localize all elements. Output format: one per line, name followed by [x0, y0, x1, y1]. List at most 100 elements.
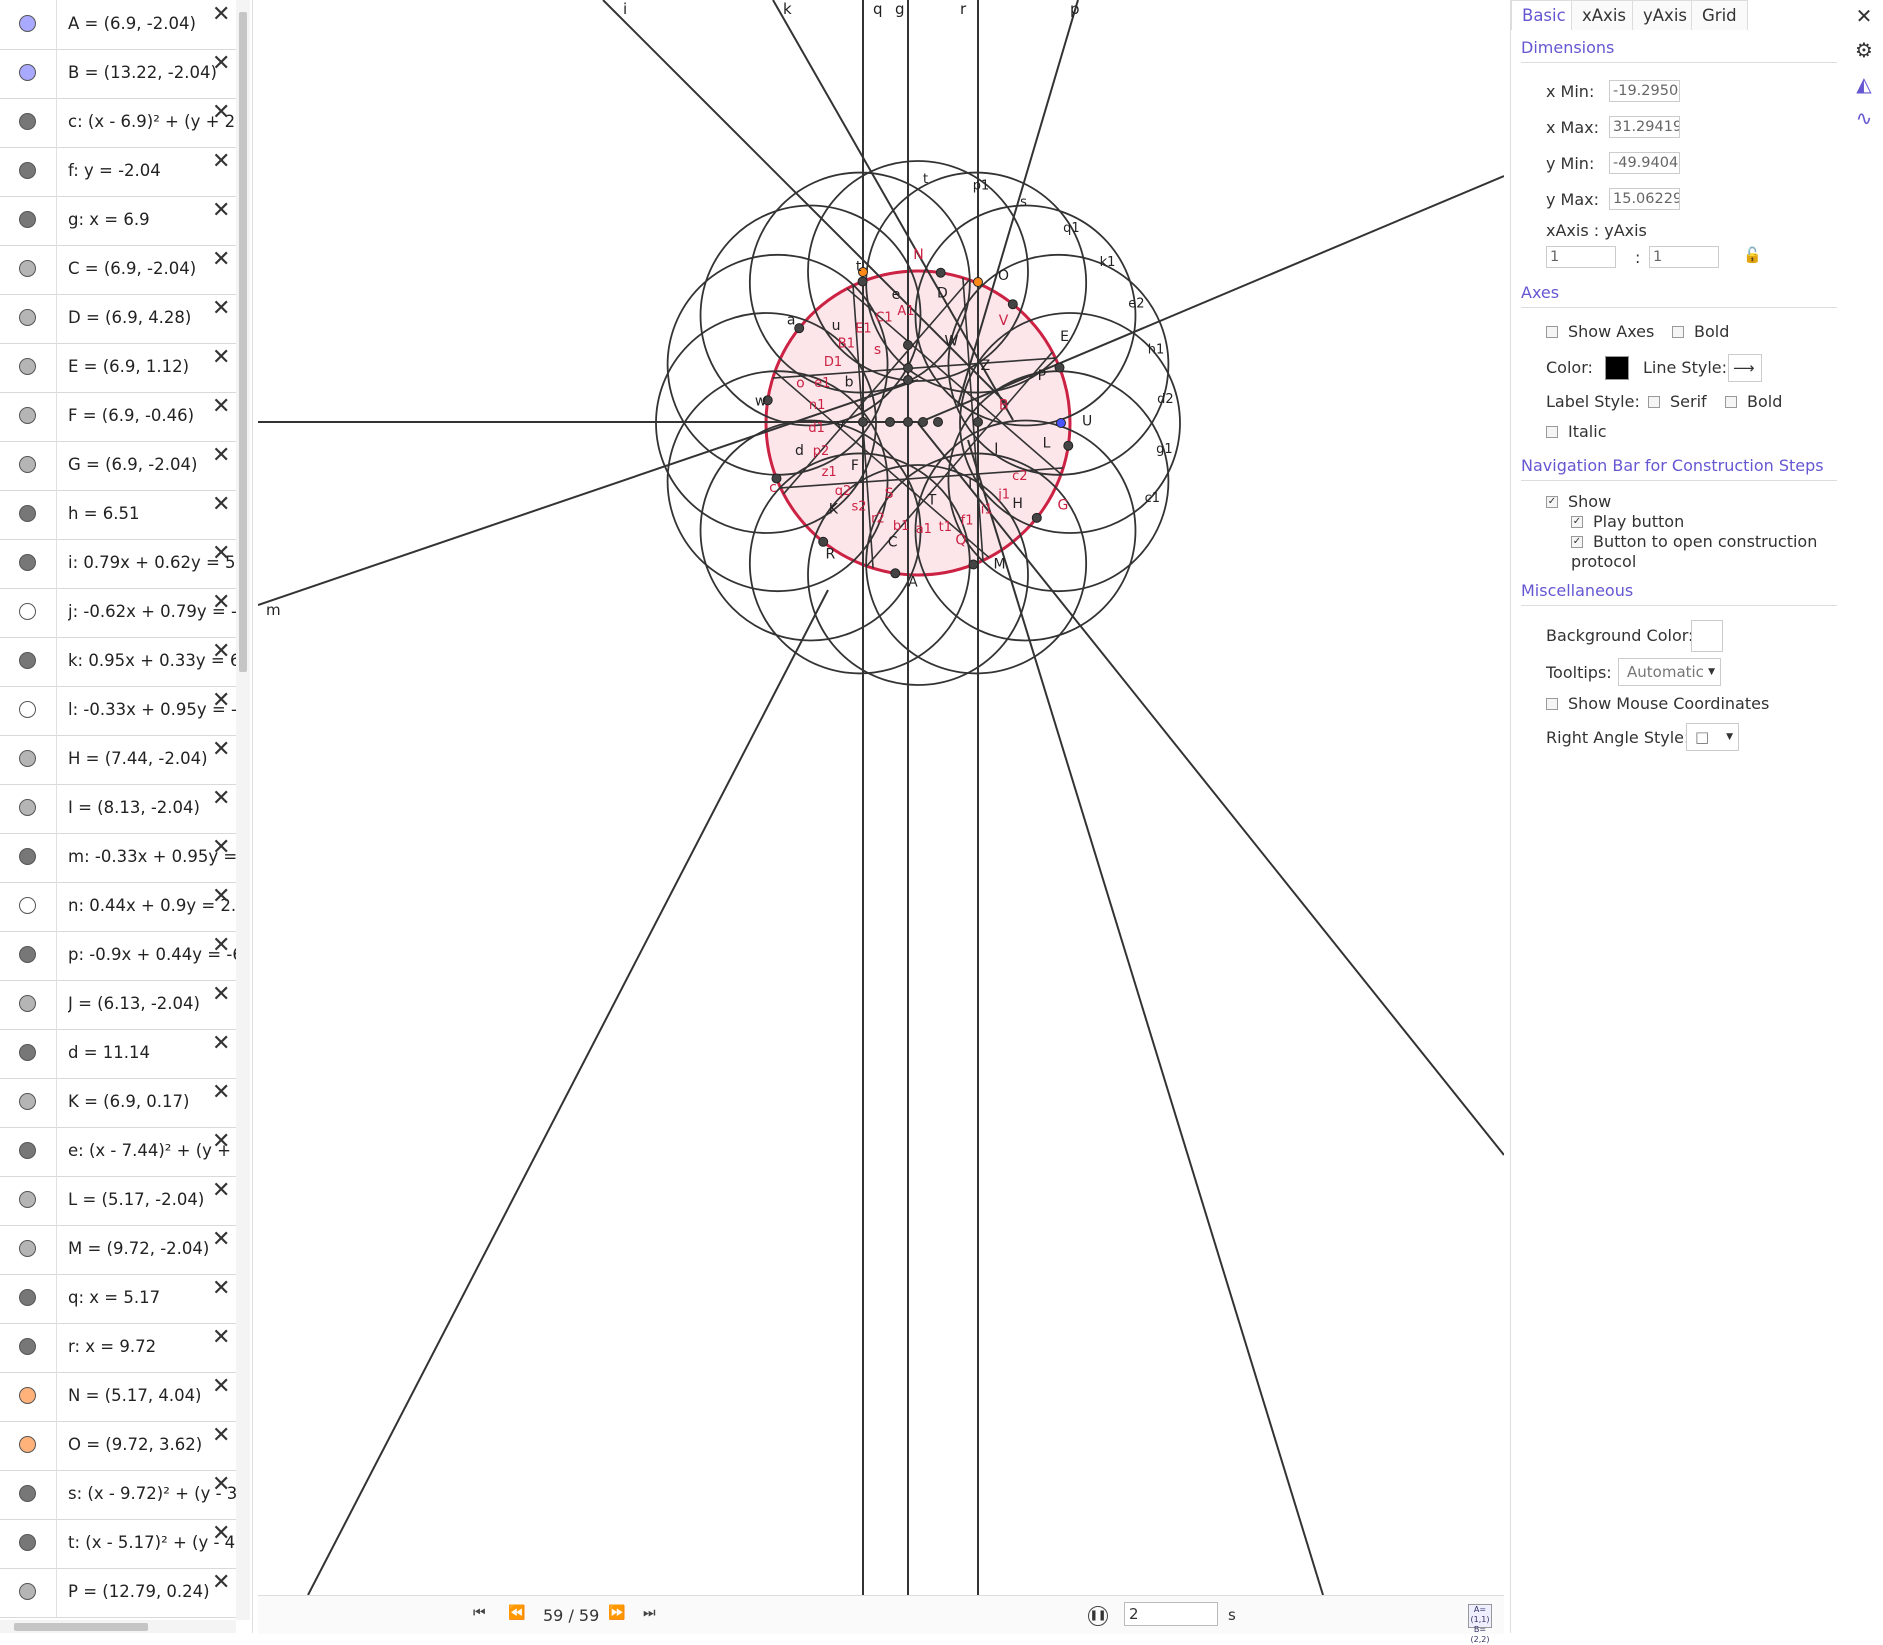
delete-icon[interactable]: ✕	[212, 543, 230, 565]
point-label[interactable]: E	[1060, 329, 1069, 345]
visibility-toggle[interactable]	[0, 294, 57, 343]
point-label[interactable]: O	[998, 268, 1009, 284]
delete-icon[interactable]: ✕	[212, 886, 230, 908]
point-marker[interactable]	[973, 277, 983, 287]
visibility-marble-icon[interactable]	[19, 1093, 36, 1110]
circle-label[interactable]: p1	[973, 178, 990, 193]
point-label[interactable]: c	[769, 480, 777, 496]
visibility-toggle[interactable]	[0, 637, 57, 686]
point-marker[interactable]	[903, 375, 913, 385]
algebra-row[interactable]: f: y = -2.04 ✕	[0, 147, 236, 197]
algebra-row[interactable]: r: x = 9.72 ✕	[0, 1323, 236, 1373]
algebra-row[interactable]: h = 6.51 ✕	[0, 490, 236, 540]
visibility-marble-icon[interactable]	[19, 407, 36, 424]
point-label[interactable]: J	[993, 441, 998, 457]
delete-icon[interactable]: ✕	[212, 935, 230, 957]
point-label[interactable]: Q	[955, 532, 966, 548]
visibility-toggle[interactable]	[0, 490, 57, 539]
point-label[interactable]: b	[845, 374, 854, 390]
point-label[interactable]: U	[1082, 414, 1092, 430]
point-label[interactable]: v	[836, 417, 844, 433]
point-label[interactable]: o	[796, 375, 805, 391]
point-marker[interactable]	[890, 568, 901, 579]
algebra-row[interactable]: N = (5.17, 4.04) ✕	[0, 1372, 236, 1422]
algebra-row[interactable]: d = 11.14 ✕	[0, 1029, 236, 1079]
algebra-row[interactable]: p: -0.9x + 0.44y = -6.9 ✕	[0, 931, 238, 981]
line-label[interactable]: k	[783, 0, 792, 18]
delete-icon[interactable]: ✕	[212, 151, 230, 173]
line-style-dropdown[interactable]: ⟶	[1728, 354, 1762, 382]
circle-label[interactable]: c1	[1145, 491, 1160, 506]
algebra-row[interactable]: n: 0.44x + 0.9y = 2.6 ✕	[0, 882, 238, 932]
last-step-button[interactable]: ⏭	[643, 1605, 656, 1621]
visibility-toggle[interactable]	[0, 1176, 57, 1225]
delete-icon[interactable]: ✕	[212, 739, 230, 761]
tab-basic[interactable]: Basic	[1511, 0, 1577, 30]
circle-label[interactable]: C1	[875, 311, 892, 326]
algebra-row[interactable]: M = (9.72, -2.04) ✕	[0, 1225, 236, 1275]
circle-label[interactable]: p2	[813, 444, 830, 459]
visibility-toggle[interactable]	[0, 147, 57, 196]
speed-input[interactable]: 2	[1124, 1602, 1218, 1626]
circle-label[interactable]: b1	[893, 519, 910, 534]
visibility-toggle[interactable]	[0, 1568, 57, 1617]
circle-label[interactable]: n1	[809, 398, 826, 413]
visibility-marble-icon[interactable]	[19, 701, 36, 718]
point-label[interactable]: R	[826, 546, 836, 562]
visibility-marble-icon[interactable]	[19, 1485, 36, 1502]
point-marker[interactable]	[857, 276, 868, 287]
circle-label[interactable]: D1	[824, 355, 842, 370]
bold-checkbox[interactable]	[1672, 326, 1684, 338]
visibility-marble-icon[interactable]	[19, 113, 36, 130]
point-label[interactable]: I	[968, 476, 972, 492]
point-label[interactable]: C	[888, 534, 898, 550]
construction-line[interactable]	[307, 589, 829, 1595]
circle-label[interactable]: i1	[981, 502, 993, 517]
visibility-toggle[interactable]	[0, 735, 57, 784]
delete-icon[interactable]: ✕	[212, 4, 230, 26]
point-label[interactable]: N	[913, 247, 923, 263]
visibility-toggle[interactable]	[0, 1372, 57, 1421]
circle-label[interactable]: t	[923, 172, 928, 187]
visibility-toggle[interactable]	[0, 1421, 57, 1470]
point-label[interactable]: K	[829, 501, 839, 517]
visibility-toggle[interactable]	[0, 1470, 57, 1519]
visibility-marble-icon[interactable]	[19, 1436, 36, 1453]
visibility-marble-icon[interactable]	[19, 15, 36, 32]
point-marker[interactable]	[903, 340, 913, 350]
play-button-checkbox[interactable]: ✓	[1571, 516, 1583, 528]
algebra-row[interactable]: G = (6.9, -2.04) ✕	[0, 441, 236, 491]
pause-button[interactable]: ❚❚	[1088, 1606, 1108, 1626]
visibility-marble-icon[interactable]	[19, 162, 36, 179]
point-marker[interactable]	[794, 323, 805, 334]
visibility-toggle[interactable]	[0, 833, 57, 882]
point-label[interactable]: e	[892, 287, 901, 303]
visibility-marble-icon[interactable]	[19, 260, 36, 277]
construction-line[interactable]	[917, 422, 1504, 1156]
circle-label[interactable]: j1	[997, 487, 1010, 502]
algebra-horizontal-scrollbar[interactable]	[0, 1620, 236, 1633]
point-label[interactable]: s	[874, 342, 881, 358]
delete-icon[interactable]: ✕	[212, 1523, 230, 1545]
point-label[interactable]: u	[832, 318, 841, 334]
point-marker[interactable]	[973, 417, 983, 427]
circle-label[interactable]: c2	[1012, 469, 1027, 484]
point-marker[interactable]	[1031, 512, 1042, 523]
previous-step-button[interactable]: ⏪	[508, 1605, 525, 1621]
point-marker[interactable]	[818, 536, 829, 547]
right-angle-dropdown[interactable]: □ ▼	[1686, 723, 1739, 751]
circle-label[interactable]: A1	[897, 304, 914, 319]
point-marker[interactable]	[933, 417, 943, 427]
algebra-row[interactable]: k: 0.95x + 0.33y = 6.2 ✕	[0, 637, 238, 687]
visibility-toggle[interactable]	[0, 882, 57, 931]
circle-label[interactable]: E1	[855, 322, 872, 337]
delete-icon[interactable]: ✕	[212, 200, 230, 222]
algebra-row[interactable]: O = (9.72, 3.62) ✕	[0, 1421, 236, 1471]
xmax-input[interactable]: 31.29419	[1609, 116, 1680, 138]
delete-icon[interactable]: ✕	[212, 1033, 230, 1055]
visibility-marble-icon[interactable]	[19, 64, 36, 81]
algebra-row[interactable]: i: 0.79x + 0.62y = 5.19 ✕	[0, 539, 238, 589]
algebra-row[interactable]: J = (6.13, -2.04) ✕	[0, 980, 236, 1030]
tooltips-dropdown[interactable]: Automatic ▼	[1618, 658, 1721, 686]
circle-label[interactable]: k1	[1100, 255, 1116, 270]
